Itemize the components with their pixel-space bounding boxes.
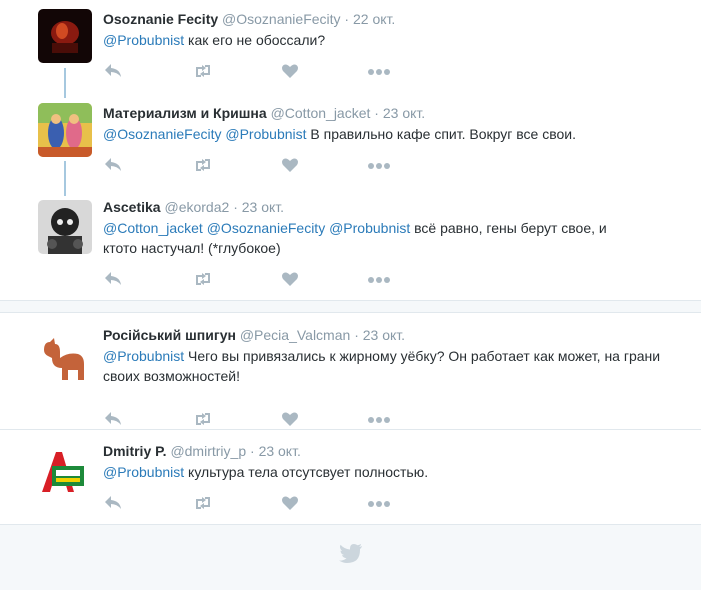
tweet-body-text: культура тела отсутсвует полностью. (184, 464, 429, 480)
reply-icon[interactable] (103, 156, 125, 174)
tweet-header: Російський шпигун @Pecia_Valcman · 23 ок… (103, 326, 405, 344)
author-name[interactable]: Російський шпигун (103, 327, 236, 343)
separator: · (233, 199, 238, 215)
twitter-bird-icon (339, 543, 363, 565)
more-icon[interactable] (367, 62, 390, 80)
reply-icon[interactable] (103, 410, 125, 428)
author-name[interactable]: Dmitriy P. (103, 443, 167, 459)
tweet[interactable]: Ascetika @ekorda2 · 23 окт. @Cotton_jack… (0, 197, 701, 297)
tweet-body-text: Чего вы привязались к жирному уёбку? Он … (103, 348, 661, 384)
heart-icon[interactable] (281, 156, 303, 174)
author-handle[interactable]: @dmirtriy_p (170, 443, 246, 459)
mention-link[interactable]: @OsoznanieFecity (207, 220, 325, 236)
timestamp[interactable]: 23 окт. (242, 199, 284, 215)
author-handle[interactable]: @Cotton_jacket (271, 105, 371, 121)
retweet-icon[interactable] (192, 410, 214, 428)
mention-link[interactable]: @Probubnist (103, 348, 184, 364)
author-handle[interactable]: @Pecia_Valcman (240, 327, 350, 343)
avatar[interactable] (38, 328, 92, 382)
separator: · (354, 327, 359, 343)
heart-icon[interactable] (281, 410, 303, 428)
author-name[interactable]: Материализм и Кришна (103, 105, 267, 121)
author-handle[interactable]: @OsoznanieFecity (222, 11, 340, 27)
tweet-actions (103, 410, 403, 428)
tweet-body-text: как его не обоссали? (184, 32, 326, 48)
timestamp[interactable]: 23 окт. (259, 443, 301, 459)
tweet-header: Dmitriy P. @dmirtriy_p · 23 окт. (103, 442, 301, 460)
tweet-body-text: В правильно кафе спит. Вокруг все свои. (306, 126, 576, 142)
timestamp[interactable]: 22 окт. (353, 11, 395, 27)
tweet-text: @Cotton_jacket @OsoznanieFecity @Probubn… (103, 218, 643, 258)
more-icon[interactable] (367, 410, 390, 428)
separator: · (344, 11, 350, 27)
author-handle[interactable]: @ekorda2 (164, 199, 229, 215)
tweet-header: Материализм и Кришна @Cotton_jacket · 23… (103, 104, 425, 122)
heart-icon[interactable] (281, 62, 303, 80)
tweet[interactable]: Osoznanie Fecity @OsoznanieFecity · 22 о… (0, 9, 701, 89)
tweet-actions (103, 494, 403, 512)
tweet[interactable]: Російський шпигун @Pecia_Valcman · 23 ок… (0, 325, 701, 429)
retweet-icon[interactable] (192, 156, 214, 174)
retweet-icon[interactable] (192, 62, 214, 80)
author-name[interactable]: Ascetika (103, 199, 161, 215)
retweet-icon[interactable] (192, 270, 214, 288)
avatar[interactable] (38, 444, 92, 498)
reply-icon[interactable] (103, 62, 125, 80)
heart-icon[interactable] (281, 494, 303, 512)
mention-link[interactable]: @Probubnist (103, 32, 184, 48)
tweet[interactable]: Dmitriy P. @dmirtriy_p · 23 окт. @Probub… (0, 441, 701, 521)
timestamp[interactable]: 23 окт. (363, 327, 405, 343)
author-name[interactable]: Osoznanie Fecity (103, 11, 218, 27)
avatar[interactable] (38, 200, 92, 254)
tweet[interactable]: Материализм и Кришна @Cotton_jacket · 23… (0, 103, 701, 183)
timestamp[interactable]: 23 окт. (383, 105, 425, 121)
tweet-actions (103, 270, 403, 288)
tweet-text: @Probubnist Чего вы привязались к жирном… (103, 346, 663, 386)
more-icon[interactable] (367, 156, 390, 174)
more-icon[interactable] (367, 270, 390, 288)
replies-card: Російський шпигун @Pecia_Valcman · 23 ок… (0, 312, 701, 525)
separator: · (374, 105, 379, 121)
reply-icon[interactable] (103, 494, 125, 512)
retweet-icon[interactable] (192, 494, 214, 512)
mention-link[interactable]: @Probubnist (225, 126, 306, 142)
mention-link[interactable]: @Probubnist (103, 464, 184, 480)
tweet-actions (103, 62, 403, 80)
tweet-header: Ascetika @ekorda2 · 23 окт. (103, 198, 284, 216)
tweet-header: Osoznanie Fecity @OsoznanieFecity · 22 о… (103, 10, 395, 28)
mention-link[interactable]: @Probubnist (329, 220, 410, 236)
mention-link[interactable]: @Cotton_jacket (103, 220, 203, 236)
tweet-text: @OsoznanieFecity @Probubnist В правильно… (103, 124, 663, 144)
heart-icon[interactable] (281, 270, 303, 288)
tweet-text: @Probubnist как его не обоссали? (103, 30, 663, 50)
conversation-card: Osoznanie Fecity @OsoznanieFecity · 22 о… (0, 0, 701, 301)
mention-link[interactable]: @OsoznanieFecity (103, 126, 221, 142)
avatar[interactable] (38, 103, 92, 157)
reply-icon[interactable] (103, 270, 125, 288)
more-icon[interactable] (367, 494, 390, 512)
tweet-text: @Probubnist культура тела отсутсвует пол… (103, 462, 663, 482)
tweet-actions (103, 156, 403, 174)
divider (0, 429, 701, 430)
avatar[interactable] (38, 9, 92, 63)
separator: · (250, 443, 255, 459)
